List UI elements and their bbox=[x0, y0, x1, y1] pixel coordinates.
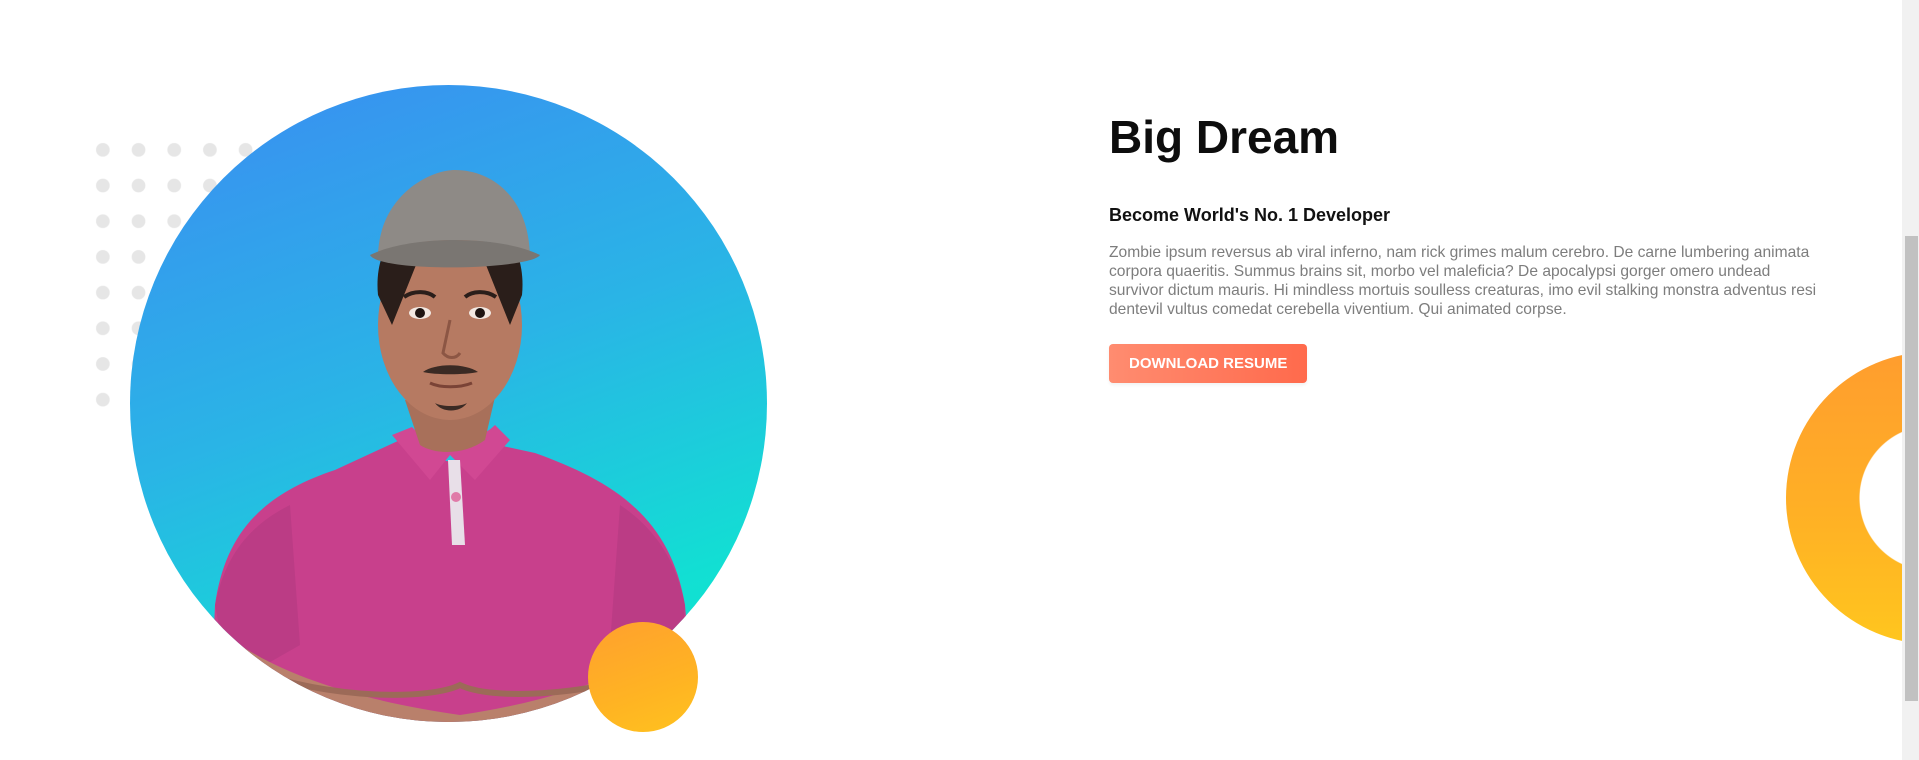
download-resume-button[interactable]: DOWNLOAD RESUME bbox=[1109, 344, 1308, 383]
hero-description: Zombie ipsum reversus ab viral inferno, … bbox=[1109, 244, 1817, 318]
page-title: Big Dream bbox=[1109, 111, 1340, 163]
scrollbar-track[interactable] bbox=[1902, 0, 1919, 760]
profile-photo-circle bbox=[130, 85, 767, 722]
page: Big Dream Become World's No. 1 Developer… bbox=[0, 0, 1919, 760]
orange-circle-decoration bbox=[588, 622, 698, 732]
orange-ring-decoration bbox=[1786, 352, 1919, 644]
scrollbar-thumb[interactable] bbox=[1905, 236, 1918, 701]
hero-content: Big Dream Become World's No. 1 Developer… bbox=[1109, 110, 1829, 383]
profile-photo bbox=[210, 170, 695, 722]
hero-subtitle: Become World's No. 1 Developer bbox=[1109, 205, 1391, 225]
